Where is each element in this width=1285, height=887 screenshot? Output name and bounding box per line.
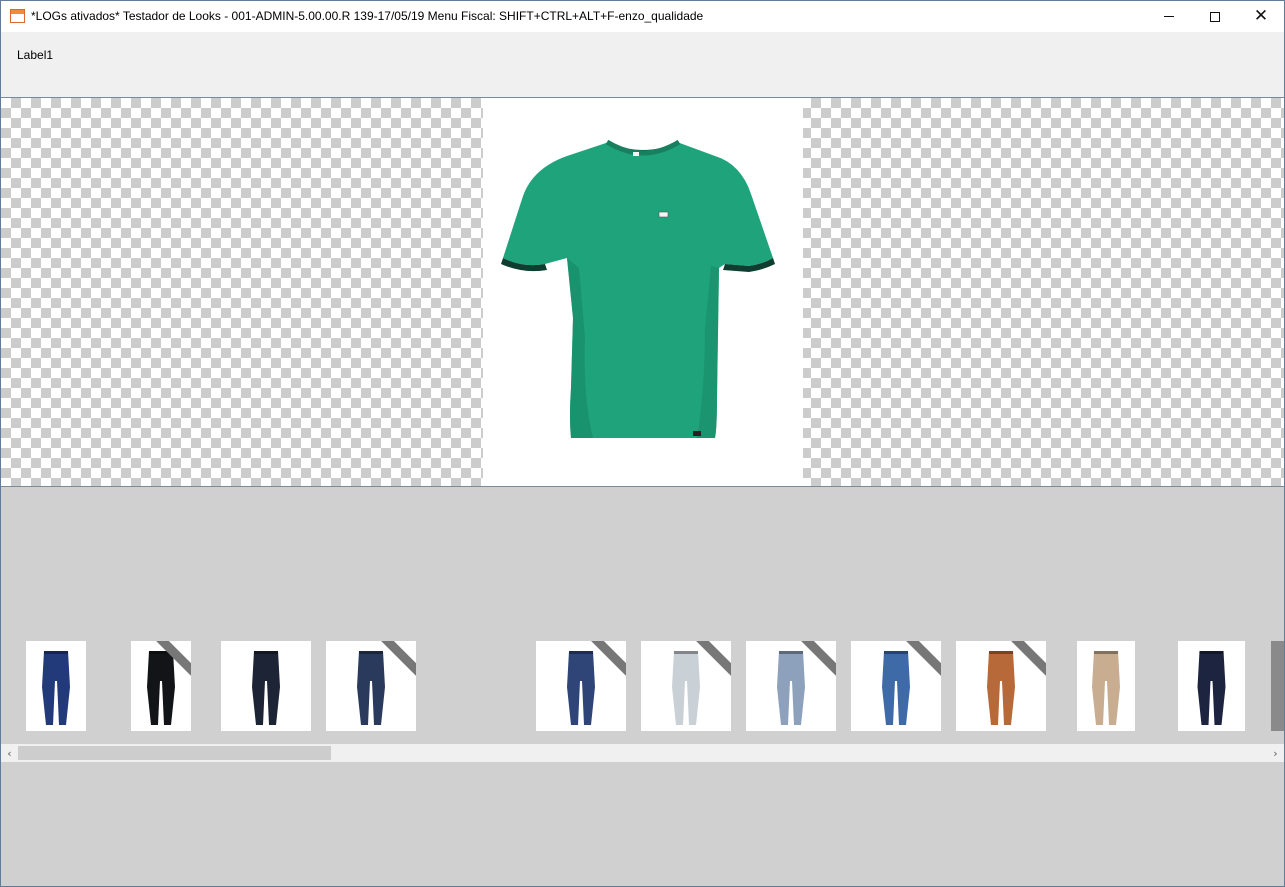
- form-header: Label1: [1, 32, 1284, 97]
- app-window: *LOGs ativados* Testador de Looks - 001-…: [0, 0, 1285, 887]
- pants-thumbnail[interactable]: [956, 641, 1046, 731]
- pants-thumbnail[interactable]: [851, 641, 941, 731]
- pants-thumbnail[interactable]: [131, 641, 191, 731]
- thumbnail-strip: [1, 641, 1284, 733]
- app-window-icon[interactable]: [10, 9, 25, 23]
- pants-thumbnail[interactable]: [536, 641, 626, 731]
- pants-thumbnail[interactable]: [746, 641, 836, 731]
- scroll-right-arrow-icon[interactable]: ›: [1267, 744, 1284, 762]
- window-title: *LOGs ativados* Testador de Looks - 001-…: [31, 9, 704, 23]
- tshirt-preview-image: [483, 98, 803, 486]
- close-icon: ✕: [1253, 6, 1269, 26]
- maximize-button[interactable]: [1192, 1, 1238, 32]
- pants-thumbnail[interactable]: [221, 641, 311, 731]
- close-button[interactable]: ✕: [1238, 1, 1284, 32]
- green-tshirt-image: [501, 139, 775, 438]
- pants-image: [42, 651, 70, 725]
- look-preview-panel: [1, 97, 1284, 487]
- scrollbar-thumb[interactable]: [18, 746, 331, 760]
- scroll-left-arrow-icon[interactable]: ‹: [1, 744, 18, 762]
- label1: Label1: [17, 48, 54, 62]
- horizontal-scrollbar[interactable]: ‹ ›: [1, 744, 1284, 762]
- vertical-scroll-thumb[interactable]: [1271, 641, 1284, 731]
- pants-thumbnail[interactable]: [641, 641, 731, 731]
- pants-image: [1197, 651, 1226, 725]
- title-bar[interactable]: *LOGs ativados* Testador de Looks - 001-…: [1, 1, 1284, 32]
- pants-thumbnail[interactable]: [1178, 641, 1245, 731]
- pants-thumbnail[interactable]: [326, 641, 416, 731]
- pants-image: [1092, 651, 1120, 725]
- pants-thumbnail[interactable]: [1077, 641, 1135, 731]
- pants-image: [252, 651, 280, 725]
- maximize-icon: [1210, 11, 1220, 22]
- minimize-icon: [1164, 16, 1174, 17]
- pants-thumbnail[interactable]: [26, 641, 86, 731]
- minimize-button[interactable]: [1146, 1, 1192, 32]
